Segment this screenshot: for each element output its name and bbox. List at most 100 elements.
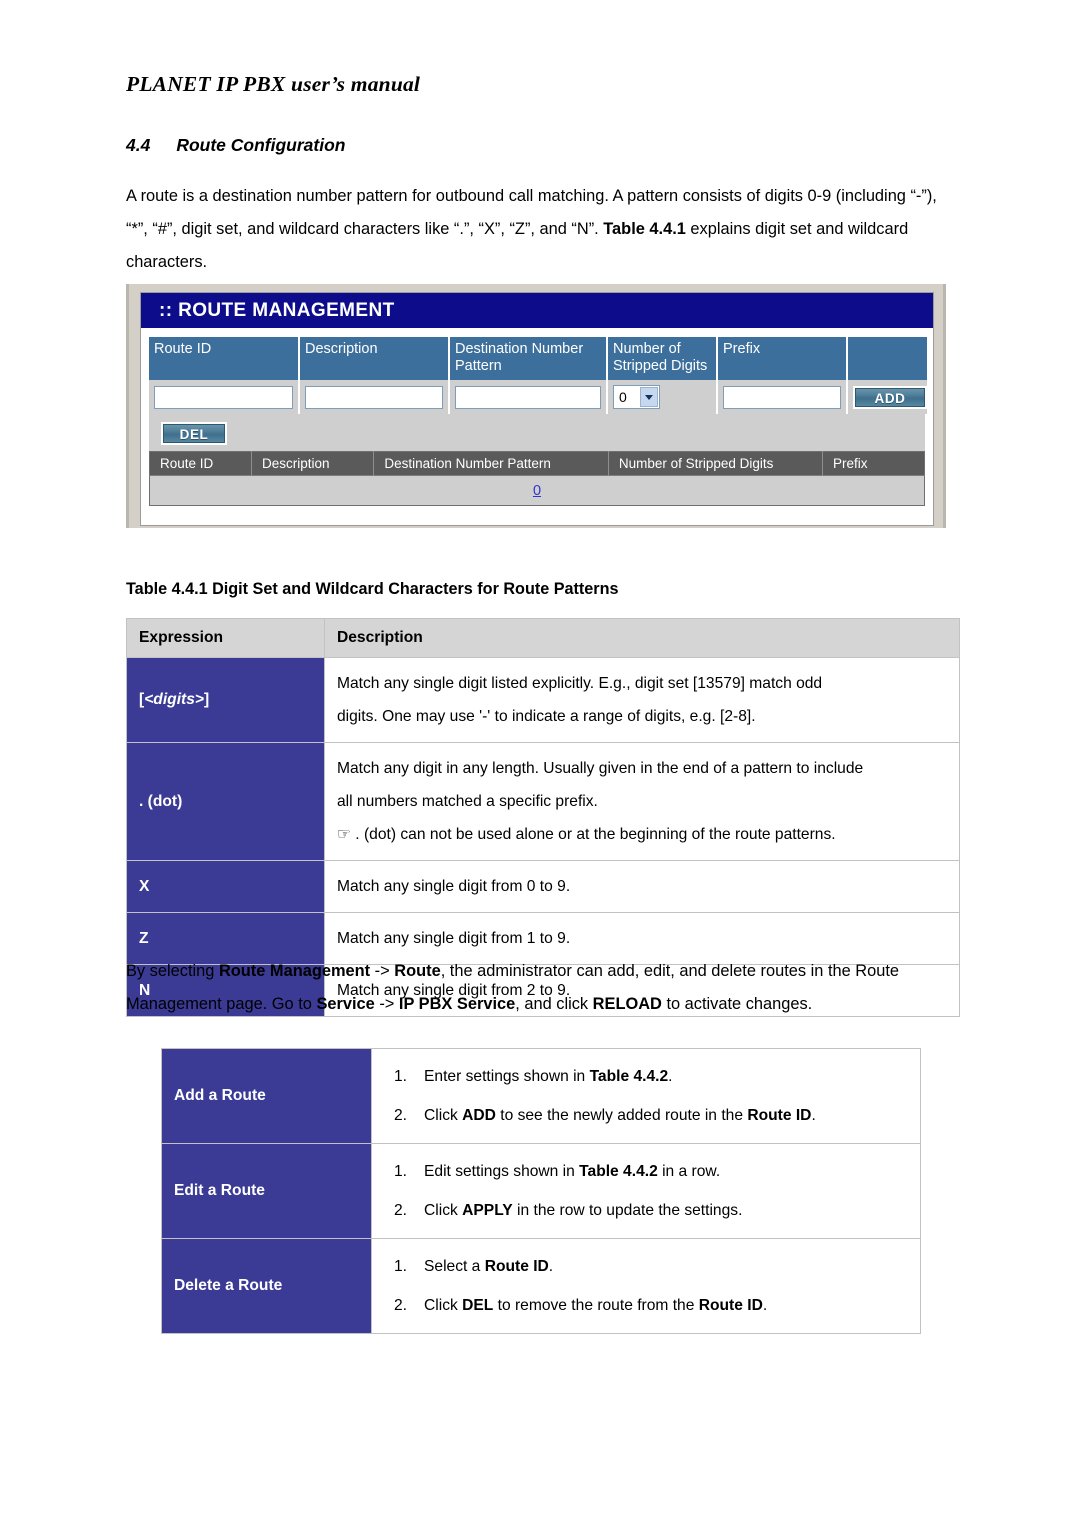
list-item: 1. Enter settings shown in Table 4.4.2. [372, 1057, 920, 1096]
list-header-row: Route ID Description Destination Number … [149, 451, 925, 476]
stripped-digits-select[interactable]: 0 [613, 385, 660, 409]
manual-page: PLANET IP PBX user’s manual 4.4 Route Con… [0, 0, 1080, 1527]
step-pre: Select a [424, 1258, 485, 1275]
destination-number-pattern-input[interactable] [455, 385, 601, 409]
cell-stripped-digits: 0 [607, 380, 718, 414]
section-title: Route Configuration [176, 135, 346, 155]
route-management-window: :: ROUTE MANAGEMENT Route ID Description [140, 292, 934, 526]
op-delete-a-route-steps: 1. Select a Route ID. 2. Click DEL to re… [371, 1238, 921, 1334]
chevron-down-icon[interactable] [640, 387, 658, 407]
step-pre: Edit settings shown in [424, 1163, 580, 1180]
step-bold: Table 4.4.2 [579, 1163, 658, 1180]
description-input[interactable] [305, 385, 443, 409]
table-441-header-description: Description [324, 618, 960, 658]
list-item: 1. Edit settings shown in Table 4.4.2 in… [372, 1152, 920, 1191]
prefix-input[interactable] [723, 385, 841, 409]
section-heading: 4.4 Route Configuration [126, 135, 345, 156]
step-text: Click ADD to see the newly added route i… [424, 1096, 920, 1135]
form-header-destination-number-pattern: Destination Number Pattern [449, 337, 608, 380]
after-bold-route: Route [394, 962, 441, 980]
table-row: . (dot) Match any digit in any length. U… [126, 742, 960, 861]
op-add-a-route-steps: 1. Enter settings shown in Table 4.4.2. … [371, 1048, 921, 1144]
cell-prefix [717, 380, 848, 414]
desc-line-note: ☞ . (dot) can not be used alone or at th… [337, 826, 836, 843]
route-management-screenshot: :: ROUTE MANAGEMENT Route ID Description [126, 284, 946, 528]
after-bold-route-management: Route Management [218, 962, 371, 980]
step-number: 2. [394, 1107, 408, 1124]
op-add-a-route-label: Add a Route [161, 1048, 372, 1144]
step-text: Click DEL to remove the route from the R… [424, 1286, 920, 1325]
op-edit-a-route-steps: 1. Edit settings shown in Table 4.4.2 in… [371, 1143, 921, 1239]
step-bold: Route ID [484, 1258, 549, 1275]
step-post: . [762, 1297, 768, 1314]
desc-line: digits. One may use '-' to indicate a ra… [337, 708, 756, 725]
form-header-row: Route ID Description Destination Number … [149, 337, 927, 380]
form-header-number-of-stripped-digits: Number of Stripped Digits [607, 337, 718, 380]
list-header-destination-number-pattern: Destination Number Pattern [373, 451, 609, 476]
expr-prefix: X [139, 877, 150, 895]
form-header-actions [847, 337, 927, 380]
list-item: 1. Select a Route ID. [372, 1247, 920, 1286]
step-number: 2. [394, 1202, 408, 1219]
route-id-input[interactable] [154, 385, 293, 409]
document-running-header: PLANET IP PBX user’s manual [126, 72, 421, 96]
del-toolbar: DEL [149, 414, 925, 451]
step-post: in the row to update the settings. [512, 1202, 743, 1219]
table-441-header-row: Expression Description [126, 618, 960, 658]
expr-italic: <digits> [144, 691, 204, 708]
route-id-link[interactable]: 0 [533, 483, 541, 499]
intro-paragraph: A route is a destination number pattern … [126, 180, 956, 279]
list-header-route-id: Route ID [149, 451, 252, 476]
description-x: Match any single digit from 0 to 9. [324, 860, 960, 913]
step-pre: Enter settings shown in [424, 1068, 590, 1085]
cell-route-id [149, 380, 300, 414]
after-bold-service: Service [316, 995, 375, 1013]
list-header-number-of-stripped-digits: Number of Stripped Digits [608, 451, 824, 476]
list-row-cell: 0 [149, 475, 925, 506]
del-button[interactable]: DEL [161, 422, 227, 445]
intro-bold-table-ref: Table 4.4.1 [603, 220, 686, 238]
table-row: Add a Route 1. Enter settings shown in T… [161, 1048, 921, 1144]
desc-line: Match any single digit from 0 to 9. [337, 878, 571, 895]
desc-line: Match any single digit from 1 to 9. [337, 930, 571, 947]
form-header-prefix: Prefix [717, 337, 848, 380]
step-pre: Click [424, 1202, 463, 1219]
table-441-caption: Table 4.4.1 Digit Set and Wildcard Chara… [126, 580, 619, 598]
step-bold2: Route ID [747, 1107, 812, 1124]
table-row: [<digits>] Match any single digit listed… [126, 657, 960, 743]
expr-suffix: ] [204, 691, 210, 708]
table-row: Edit a Route 1. Edit settings shown in T… [161, 1143, 921, 1239]
step-text: Edit settings shown in Table 4.4.2 in a … [424, 1152, 920, 1191]
after-text-4: -> [374, 995, 399, 1013]
step-number: 1. [394, 1163, 408, 1180]
expression-x: X [126, 860, 325, 913]
list-header-prefix: Prefix [822, 451, 925, 476]
description-digits: Match any single digit listed explicitly… [324, 657, 960, 743]
desc-line: all numbers matched a specific prefix. [337, 793, 598, 810]
step-post: . [548, 1258, 554, 1275]
form-input-row: 0 ADD [149, 380, 927, 414]
list-item: 2. Click DEL to remove the route from th… [372, 1286, 920, 1325]
after-text-2: -> [370, 962, 395, 980]
after-text-6: to activate changes. [661, 995, 813, 1013]
list-header-description: Description [251, 451, 375, 476]
step-number: 1. [394, 1258, 408, 1275]
step-number: 2. [394, 1297, 408, 1314]
cell-add-action: ADD [847, 380, 927, 414]
expr-prefix: . (dot) [139, 792, 183, 810]
route-operations-table: Add a Route 1. Enter settings shown in T… [161, 1048, 921, 1334]
after-bold-reload: RELOAD [592, 995, 662, 1013]
after-text-5: , and click [515, 995, 593, 1013]
after-text-1: By selecting [126, 962, 219, 980]
step-bold: ADD [462, 1107, 496, 1124]
add-button[interactable]: ADD [853, 385, 927, 409]
desc-line: Match any digit in any length. Usually g… [337, 760, 864, 777]
step-text: Select a Route ID. [424, 1247, 920, 1286]
form-header-route-id: Route ID [149, 337, 300, 380]
table-row: 0 [149, 475, 925, 506]
panel-body: Route ID Description Destination Number … [141, 328, 933, 506]
after-bold-ip-pbx-service: IP PBX Service [398, 995, 516, 1013]
panel-title: :: ROUTE MANAGEMENT [159, 299, 395, 321]
route-add-form-table: Route ID Description Destination Number … [149, 337, 927, 414]
list-item: 2. Click APPLY in the row to update the … [372, 1191, 920, 1230]
